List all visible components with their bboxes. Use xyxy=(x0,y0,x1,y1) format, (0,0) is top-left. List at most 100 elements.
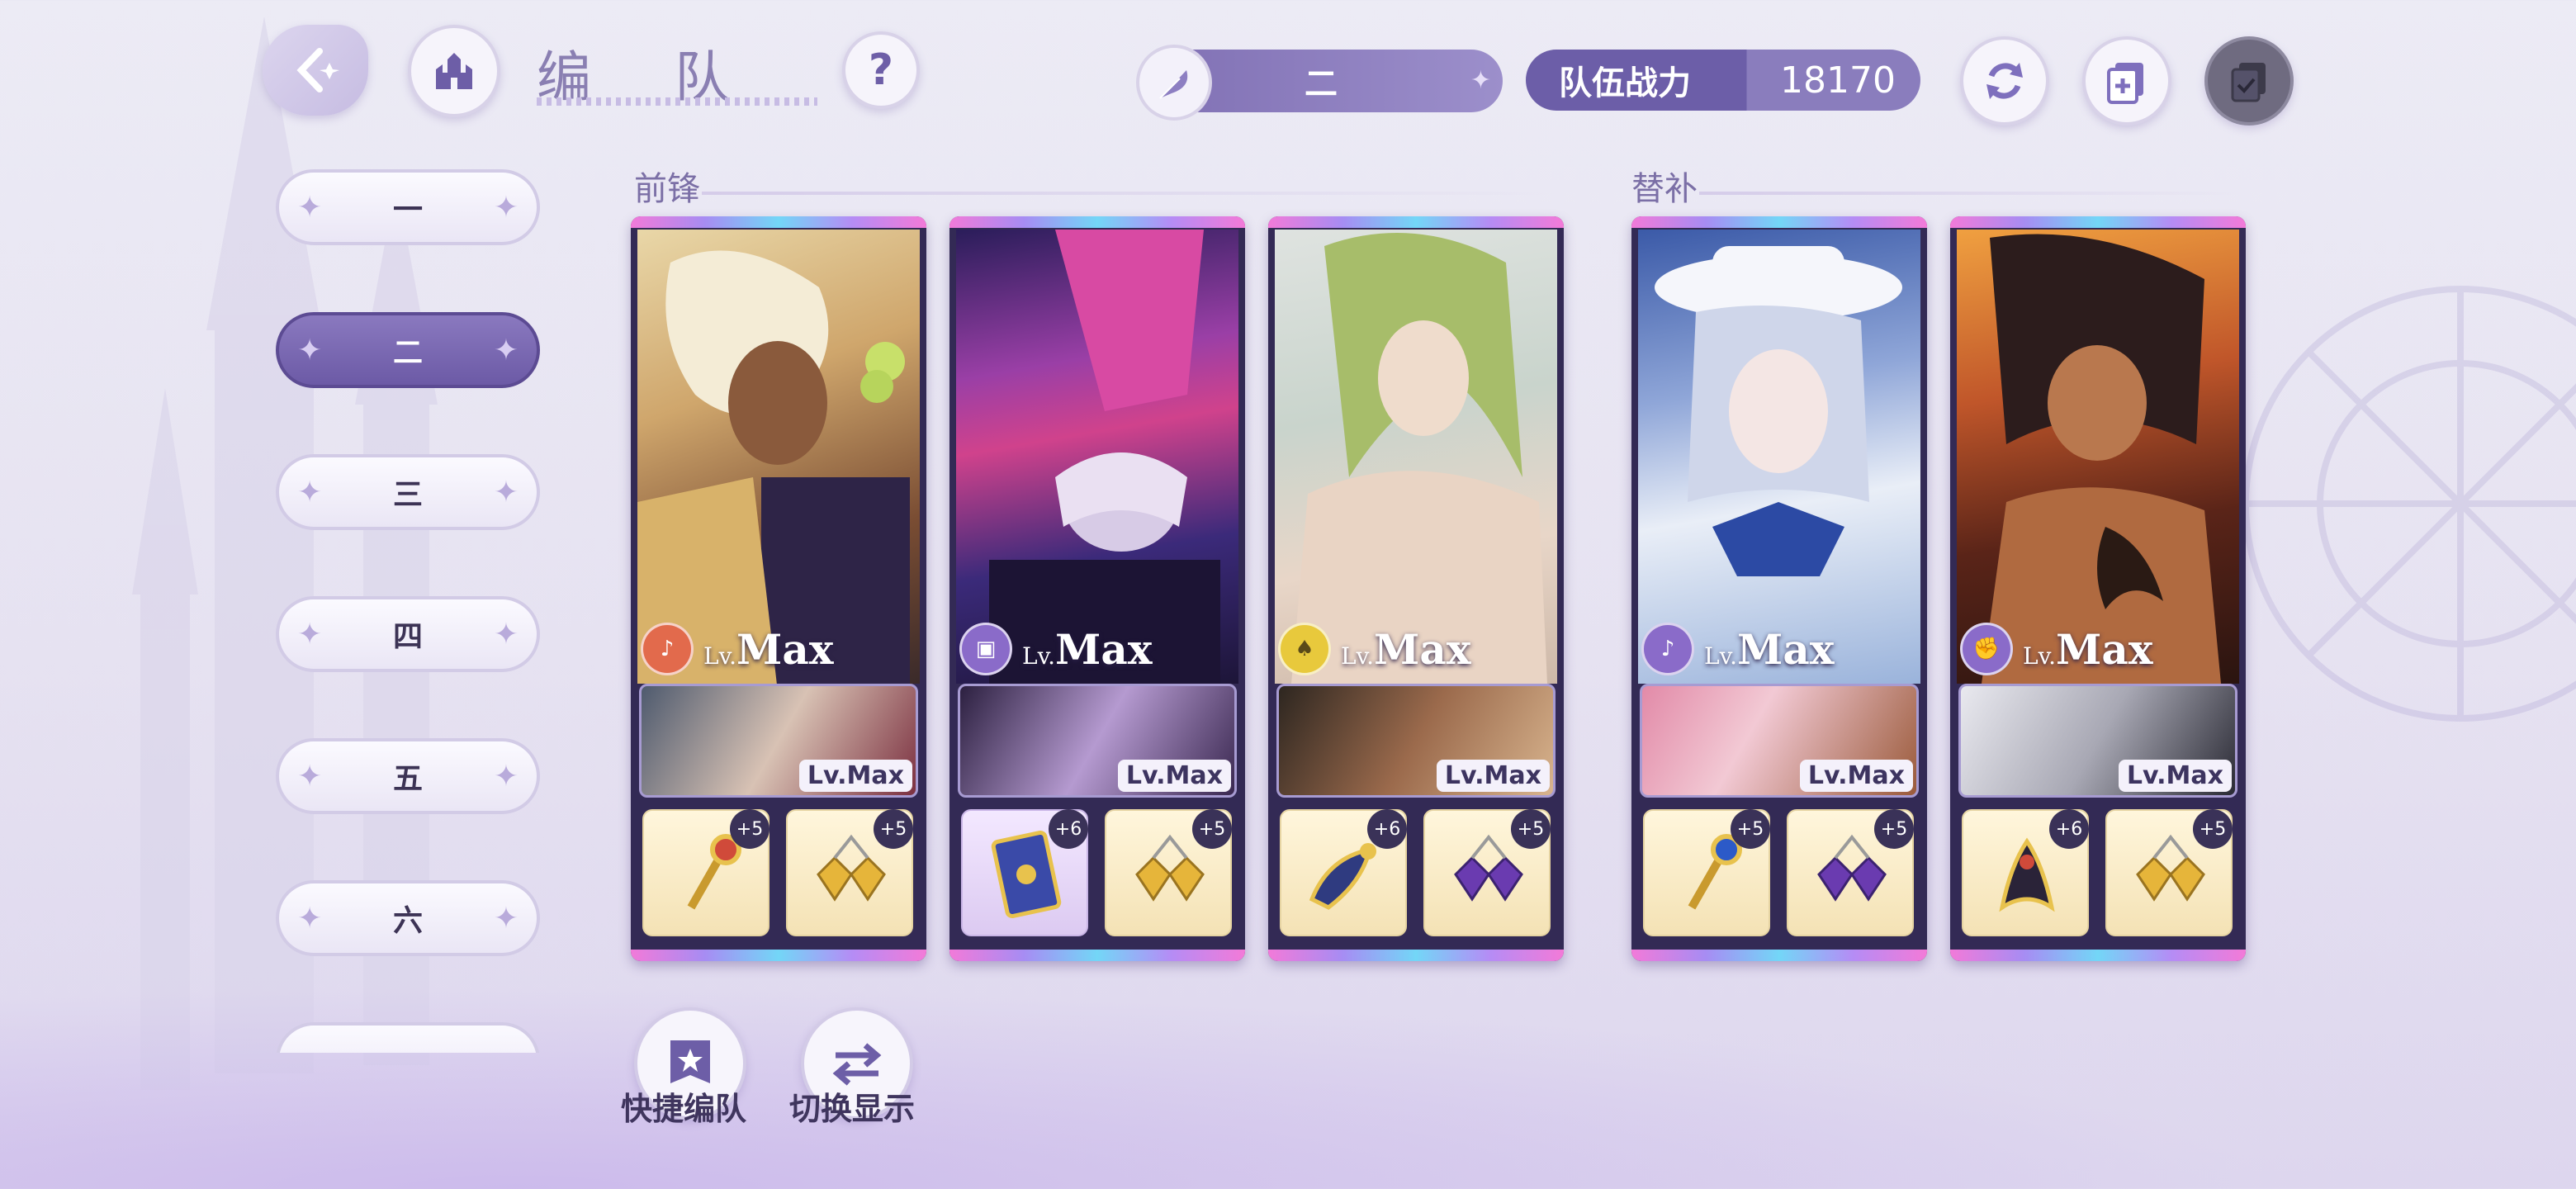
level-prefix: Lv. xyxy=(703,642,736,670)
add-team-icon xyxy=(2107,63,2143,104)
sparkle-icon: ✦ xyxy=(493,334,519,367)
card-level: ♠ Lv.Max xyxy=(1278,619,1471,679)
card-level: ✊ Lv.Max xyxy=(1960,619,2153,679)
character-portrait xyxy=(1957,230,2239,684)
card-rainbow-top xyxy=(949,216,1245,228)
team-tab-label: 五 xyxy=(392,762,423,796)
level-prefix: Lv. xyxy=(2023,642,2056,670)
switch-display-label: 切换显示 xyxy=(789,1091,916,1127)
team-tab-3[interactable]: ✦ 三 ✦ xyxy=(276,454,540,530)
team-selector[interactable]: 二 ✦ xyxy=(1136,45,1503,121)
level-value: Max xyxy=(1374,624,1471,674)
home-button[interactable] xyxy=(408,25,500,117)
team-tab-label: 三 xyxy=(392,478,423,512)
team-power-label: 队伍战力 xyxy=(1559,64,1691,102)
front-section-label: 前锋 xyxy=(634,170,700,208)
fist-icon: ✊ xyxy=(1960,623,2013,675)
level-prefix: Lv. xyxy=(1022,642,1055,670)
support-card[interactable]: Lv.Max xyxy=(1276,684,1556,798)
character-portrait xyxy=(1275,230,1557,684)
character-card-5[interactable]: ✊ Lv.Max Lv.Max +6 +5 xyxy=(1950,216,2246,961)
equipment-slot-2[interactable]: +5 xyxy=(1105,809,1232,936)
hat-icon: ♠ xyxy=(1278,623,1331,675)
support-card[interactable]: Lv.Max xyxy=(639,684,918,798)
top-bar: 编 队 ? 二 ✦ 队伍战力 18170 xyxy=(0,0,2576,165)
card-rainbow-top xyxy=(1950,216,2246,228)
back-icon xyxy=(296,48,339,92)
equipment-slot-2[interactable]: +5 xyxy=(786,809,913,936)
sparkle-icon: ✦ xyxy=(297,476,323,509)
equipment-slot-1[interactable]: +6 xyxy=(1280,809,1407,936)
level-prefix: Lv. xyxy=(1341,642,1374,670)
equipment-plus: +6 xyxy=(1049,809,1088,849)
sparkle-icon: ✦ xyxy=(493,476,519,509)
character-card-2[interactable]: ▣ Lv.Max Lv.Max +6 +5 xyxy=(949,216,1245,961)
team-tab-label: 四 xyxy=(392,620,423,654)
sub-section-divider xyxy=(1699,192,2244,195)
equipment-plus: +5 xyxy=(874,809,913,849)
support-card[interactable]: Lv.Max xyxy=(958,684,1237,798)
card-rainbow-bottom xyxy=(1631,950,1927,961)
sparkle-icon: ✦ xyxy=(297,334,323,367)
sparkle-icon: ✦ xyxy=(493,618,519,651)
support-card[interactable]: Lv.Max xyxy=(1958,684,2237,798)
sparkle-icon: ✦ xyxy=(493,191,519,225)
team-tab-5[interactable]: ✦ 五 ✦ xyxy=(276,738,540,814)
equipment-slot-1[interactable]: +5 xyxy=(642,809,769,936)
equipment-slot-1[interactable]: +5 xyxy=(1643,809,1770,936)
feather-icon xyxy=(1136,45,1212,121)
card-level: ♪ Lv.Max xyxy=(641,619,834,679)
confirm-icon xyxy=(2231,63,2266,102)
team-tab-1[interactable]: ✦ 一 ✦ xyxy=(276,169,540,245)
card-level: ♪ Lv.Max xyxy=(1641,619,1835,679)
team-power-value: 18170 xyxy=(1780,59,1896,102)
card-rainbow-top xyxy=(1268,216,1564,228)
character-card-1[interactable]: ♪ Lv.Max Lv.Max +5 +5 xyxy=(631,216,926,961)
equipment-plus: +5 xyxy=(2193,809,2233,849)
card-rainbow-top xyxy=(631,216,926,228)
team-tab-2[interactable]: ✦ 二 ✦ xyxy=(276,312,540,388)
help-button[interactable]: ? xyxy=(842,31,920,109)
card-rainbow-bottom xyxy=(949,950,1245,961)
equipment-slot-1[interactable]: +6 xyxy=(961,809,1088,936)
card-rainbow-top xyxy=(1631,216,1927,228)
confirm-button[interactable] xyxy=(2204,36,2294,126)
sparkle-icon: ✦ xyxy=(1470,66,1491,95)
equipment-slot-2[interactable]: +5 xyxy=(1423,809,1551,936)
equipment-slot-1[interactable]: +6 xyxy=(1962,809,2089,936)
level-prefix: Lv. xyxy=(1704,642,1737,670)
team-tab-label: 六 xyxy=(392,904,423,938)
back-button[interactable] xyxy=(263,25,368,116)
team-tab-label: 二 xyxy=(392,336,423,370)
character-card-4[interactable]: ♪ Lv.Max Lv.Max +5 +5 xyxy=(1631,216,1927,961)
team-power: 队伍战力 18170 xyxy=(1526,50,1920,111)
equipment-plus: +5 xyxy=(730,809,769,849)
add-team-button[interactable] xyxy=(2082,36,2171,126)
quick-team-label: 快捷编队 xyxy=(621,1091,747,1127)
title-decoration xyxy=(537,97,817,106)
support-level: Lv.Max xyxy=(798,760,912,792)
mic-icon: ♪ xyxy=(641,623,694,675)
equipment-slot-2[interactable]: +5 xyxy=(1787,809,1914,936)
character-portrait xyxy=(637,230,920,684)
mic-icon: ♪ xyxy=(1641,623,1694,675)
equipment-plus: +5 xyxy=(1192,809,1232,849)
swap-arrows-icon xyxy=(832,1043,882,1086)
sparkle-icon: ✦ xyxy=(297,760,323,793)
refresh-button[interactable] xyxy=(1960,36,2049,126)
sparkle-icon: ✦ xyxy=(297,902,323,936)
card-rainbow-bottom xyxy=(1950,950,2246,961)
level-value: Max xyxy=(1055,624,1153,674)
support-card[interactable]: Lv.Max xyxy=(1640,684,1919,798)
team-tab-4[interactable]: ✦ 四 ✦ xyxy=(276,596,540,672)
equipment-plus: +6 xyxy=(1367,809,1407,849)
character-portrait xyxy=(956,230,1238,684)
sparkle-icon: ✦ xyxy=(493,760,519,793)
character-card-3[interactable]: ♠ Lv.Max Lv.Max +6 +5 xyxy=(1268,216,1564,961)
team-tab-label: 一 xyxy=(392,193,423,227)
level-value: Max xyxy=(736,624,834,674)
card-rainbow-bottom xyxy=(631,950,926,961)
equipment-slot-2[interactable]: +5 xyxy=(2105,809,2233,936)
team-tab-7[interactable] xyxy=(276,1022,540,1053)
team-tab-6[interactable]: ✦ 六 ✦ xyxy=(276,880,540,956)
